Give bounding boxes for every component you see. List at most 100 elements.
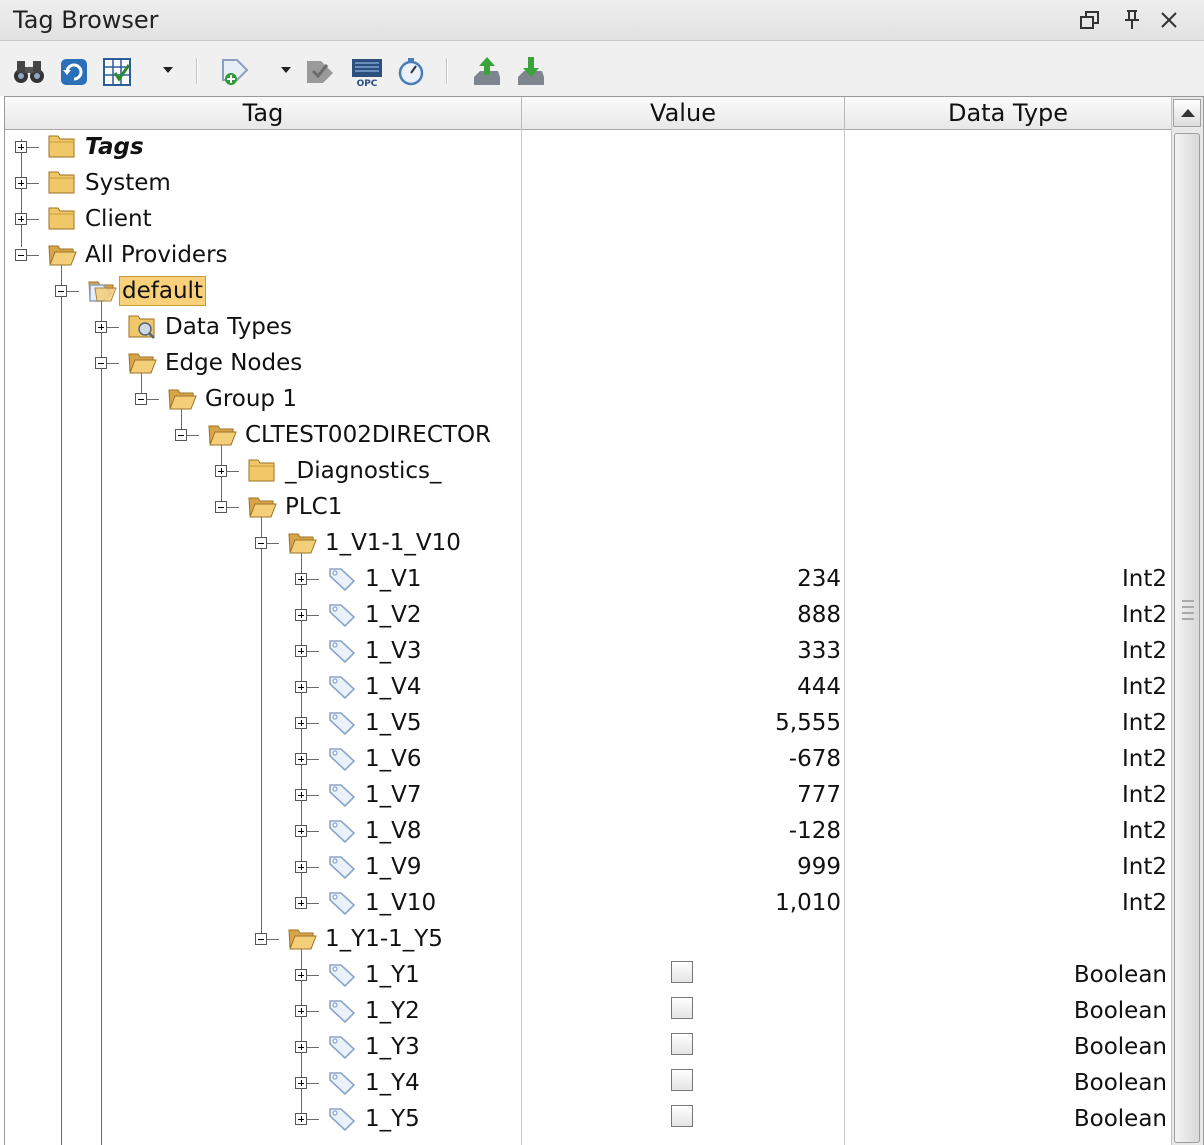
expand-icon[interactable] — [295, 645, 307, 657]
column-header-value[interactable]: Value — [522, 97, 845, 129]
dropdown-arrow-icon[interactable] — [163, 67, 173, 73]
expand-icon[interactable] — [295, 825, 307, 837]
expand-icon[interactable] — [295, 1113, 307, 1125]
tree-row[interactable]: 1_V9 999 Int2 — [5, 849, 1171, 885]
pin-icon[interactable] — [1120, 8, 1144, 32]
folder-icon — [48, 207, 75, 230]
tag-check-icon[interactable] — [303, 55, 337, 87]
tag-value[interactable]: -678 — [525, 744, 841, 774]
scroll-up-button[interactable] — [1173, 99, 1201, 127]
expand-icon[interactable] — [295, 717, 307, 729]
tag-data-type: Int2 — [1121, 746, 1167, 772]
tag-value[interactable]: 333 — [525, 636, 841, 666]
tree-row[interactable]: Client — [5, 201, 1171, 237]
table-edit-icon[interactable] — [101, 55, 135, 87]
tree-row[interactable]: Tags — [5, 129, 1171, 165]
tree-item-label: 1_Y3 — [365, 1034, 420, 1060]
tag-value[interactable]: -128 — [525, 816, 841, 846]
tree-row[interactable]: Data Types — [5, 309, 1171, 345]
tree-row[interactable]: 1_V2 888 Int2 — [5, 597, 1171, 633]
vertical-scrollbar[interactable] — [1171, 97, 1203, 1145]
expand-icon[interactable] — [295, 1077, 307, 1089]
tree-row[interactable]: 1_Y3 Boolean — [5, 1029, 1171, 1065]
tree-row[interactable]: System — [5, 165, 1171, 201]
collapse-icon[interactable] — [255, 537, 267, 549]
tree-row[interactable]: _Diagnostics_ — [5, 453, 1171, 489]
expand-icon[interactable] — [295, 969, 307, 981]
tag-value[interactable]: 888 — [525, 600, 841, 630]
collapse-icon[interactable] — [215, 501, 227, 513]
scroll-thumb[interactable] — [1174, 133, 1200, 1143]
expand-icon[interactable] — [295, 1041, 307, 1053]
collapse-icon[interactable] — [255, 933, 267, 945]
collapse-icon[interactable] — [15, 249, 27, 261]
restore-icon[interactable] — [1078, 8, 1102, 32]
tag-value[interactable]: 444 — [525, 672, 841, 702]
tree-row[interactable]: 1_V1 234 Int2 — [5, 561, 1171, 597]
expand-icon[interactable] — [295, 861, 307, 873]
import-icon[interactable] — [514, 55, 548, 87]
column-header-tag[interactable]: Tag — [5, 97, 522, 129]
boolean-checkbox[interactable] — [671, 1033, 693, 1055]
tag-value[interactable]: 777 — [525, 780, 841, 810]
boolean-checkbox[interactable] — [671, 961, 693, 983]
close-icon[interactable] — [1157, 8, 1181, 32]
tag-value[interactable]: 1,010 — [525, 888, 841, 918]
add-tag-icon[interactable] — [218, 55, 252, 87]
tree-row[interactable]: 1_V5 5,555 Int2 — [5, 705, 1171, 741]
tree-row[interactable]: 1_Y4 Boolean — [5, 1065, 1171, 1101]
tree-row[interactable]: 1_Y2 Boolean — [5, 993, 1171, 1029]
binoculars-icon[interactable] — [12, 55, 46, 87]
tree-item-label: default — [119, 276, 206, 306]
tree-row[interactable]: All Providers — [5, 237, 1171, 273]
tree-row[interactable]: 1_V1-1_V10 — [5, 525, 1171, 561]
expand-icon[interactable] — [15, 213, 27, 225]
tree-row[interactable]: 1_V3 333 Int2 — [5, 633, 1171, 669]
expand-icon[interactable] — [295, 573, 307, 585]
export-icon[interactable] — [470, 55, 504, 87]
tree-row[interactable]: 1_V4 444 Int2 — [5, 669, 1171, 705]
expand-icon[interactable] — [15, 141, 27, 153]
expand-icon[interactable] — [295, 681, 307, 693]
tag-value[interactable]: 999 — [525, 852, 841, 882]
collapse-icon[interactable] — [95, 357, 107, 369]
tree-row[interactable]: 1_Y5 Boolean — [5, 1101, 1171, 1137]
expand-icon[interactable] — [295, 789, 307, 801]
timer-icon[interactable] — [394, 55, 428, 87]
toolbar-separator — [446, 58, 448, 84]
tree-item-label: 1_Y5 — [365, 1106, 420, 1132]
expand-icon[interactable] — [295, 753, 307, 765]
expand-icon[interactable] — [215, 465, 227, 477]
refresh-icon[interactable] — [57, 55, 91, 87]
tree-row[interactable]: Group 1 — [5, 381, 1171, 417]
expand-icon[interactable] — [295, 1005, 307, 1017]
tree-row[interactable]: CLTEST002DIRECTOR — [5, 417, 1171, 453]
opc-icon[interactable]: OPC — [350, 55, 384, 87]
tree-item-label: 1_V9 — [365, 854, 422, 880]
tree-row[interactable]: 1_V10 1,010 Int2 — [5, 885, 1171, 921]
boolean-checkbox[interactable] — [671, 1105, 693, 1127]
boolean-checkbox[interactable] — [671, 997, 693, 1019]
collapse-icon[interactable] — [55, 285, 67, 297]
expand-icon[interactable] — [295, 609, 307, 621]
tree-row[interactable]: 1_V7 777 Int2 — [5, 777, 1171, 813]
expand-icon[interactable] — [295, 897, 307, 909]
tree-item-label: Data Types — [165, 314, 293, 340]
collapse-icon[interactable] — [175, 429, 187, 441]
expand-icon[interactable] — [95, 321, 107, 333]
column-header-datatype[interactable]: Data Type — [845, 97, 1171, 129]
tree-row[interactable]: 1_V6 -678 Int2 — [5, 741, 1171, 777]
tree-row[interactable]: 1_Y1 Boolean — [5, 957, 1171, 993]
tag-value[interactable]: 234 — [525, 564, 841, 594]
tree-row[interactable]: default — [5, 273, 1171, 309]
tree-item-label: 1_V1-1_V10 — [325, 530, 461, 556]
tree-row[interactable]: PLC1 — [5, 489, 1171, 525]
tree-row[interactable]: Edge Nodes — [5, 345, 1171, 381]
expand-icon[interactable] — [15, 177, 27, 189]
collapse-icon[interactable] — [135, 393, 147, 405]
dropdown-arrow-icon[interactable] — [281, 67, 291, 73]
tree-row[interactable]: 1_Y1-1_Y5 — [5, 921, 1171, 957]
tree-row[interactable]: 1_V8 -128 Int2 — [5, 813, 1171, 849]
tag-value[interactable]: 5,555 — [525, 708, 841, 738]
boolean-checkbox[interactable] — [671, 1069, 693, 1091]
